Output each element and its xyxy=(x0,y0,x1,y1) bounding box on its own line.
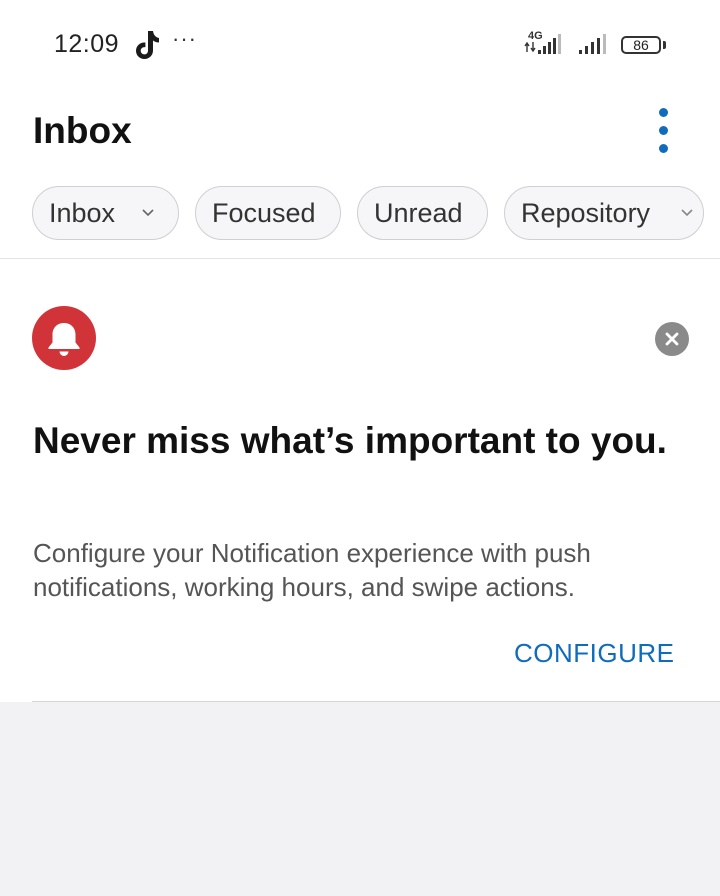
configure-button[interactable]: CONFIGURE xyxy=(514,638,675,669)
signal-strength-icon xyxy=(579,34,606,54)
signal-icon: 4G xyxy=(522,30,574,58)
filter-chip-unread[interactable]: Unread xyxy=(357,186,488,240)
status-time: 12:09 xyxy=(54,30,120,58)
inbox-panel: 12:09 ··· 4G 86 Inbox Inbox Focused Unre… xyxy=(0,0,720,702)
chip-label: Repository xyxy=(521,198,651,228)
more-notifications-icon: ··· xyxy=(172,26,197,51)
chip-label: Focused xyxy=(212,198,316,228)
chip-label: Unread xyxy=(374,198,463,228)
filter-chip-inbox[interactable]: Inbox xyxy=(32,186,179,240)
tiktok-icon xyxy=(136,31,159,59)
more-vertical-icon[interactable] xyxy=(648,104,680,158)
bell-icon xyxy=(32,306,96,370)
divider xyxy=(32,701,720,702)
page-title: Inbox xyxy=(33,110,132,151)
chip-label: Inbox xyxy=(49,198,116,228)
close-icon[interactable] xyxy=(655,322,689,356)
filter-chips: Inbox Focused Unread Repository xyxy=(0,186,720,244)
filter-chip-repository[interactable]: Repository xyxy=(504,186,704,240)
divider xyxy=(0,258,720,259)
battery-tip xyxy=(663,41,666,49)
battery-icon: 86 xyxy=(621,36,661,54)
chevron-down-icon xyxy=(681,209,693,217)
card-heading: Never miss what’s important to you. xyxy=(33,420,667,461)
status-bar: 12:09 ··· 4G 86 xyxy=(0,0,720,90)
chevron-down-icon xyxy=(142,209,154,217)
filter-chip-focused[interactable]: Focused xyxy=(195,186,341,240)
card-body: Configure your Notification experience w… xyxy=(33,538,591,602)
